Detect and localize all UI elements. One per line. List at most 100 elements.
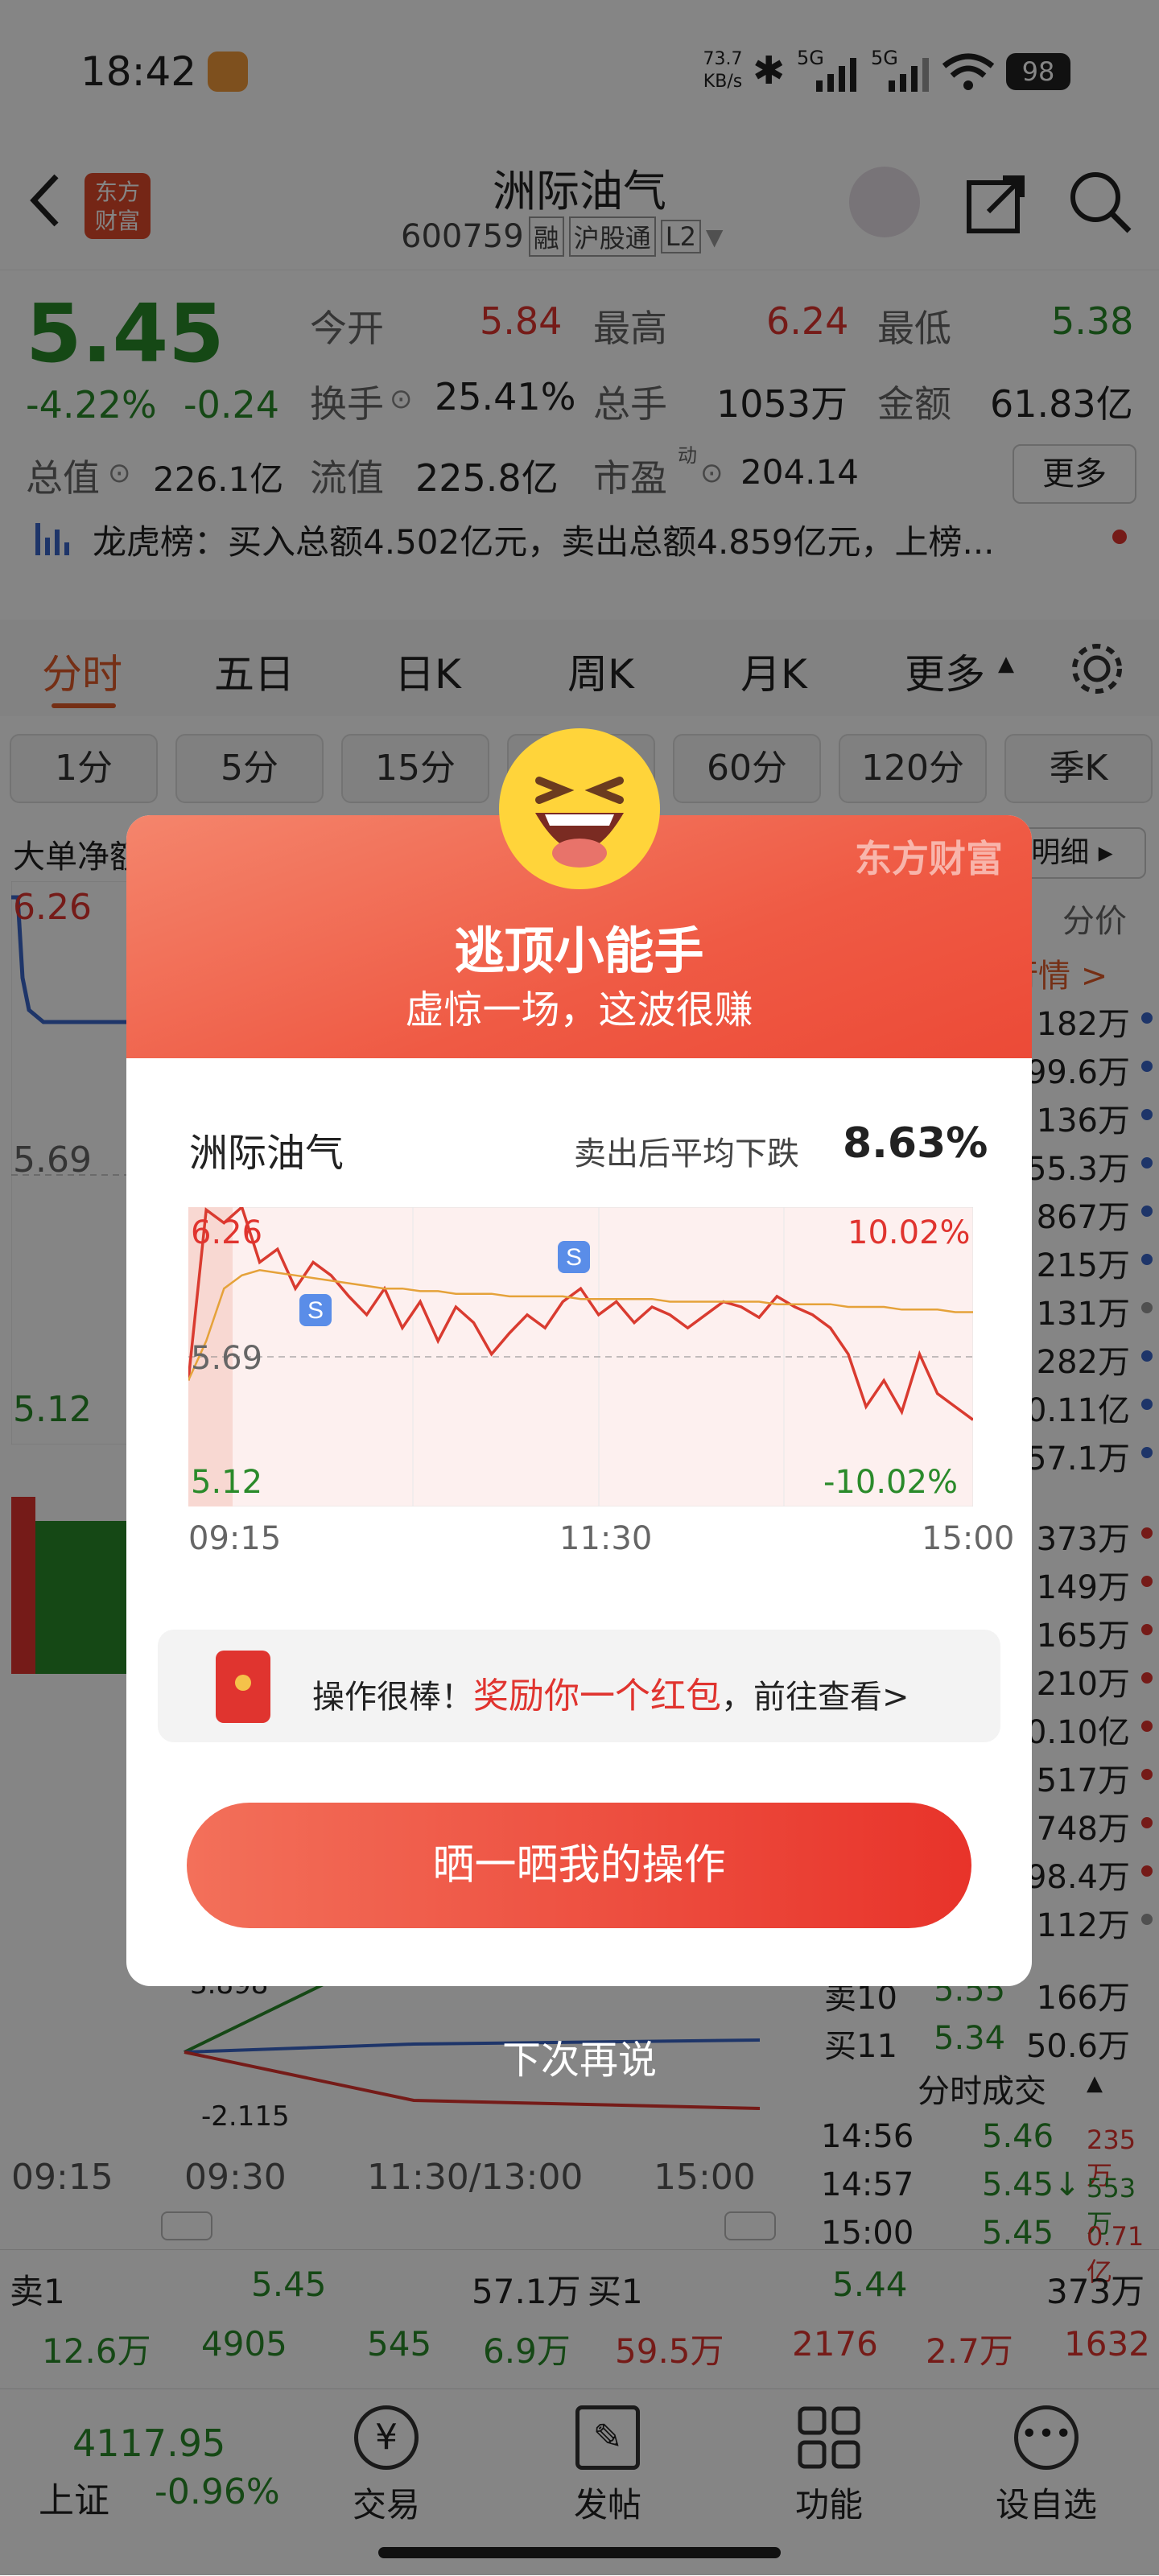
nav-trade[interactable]: ¥ 交易	[306, 2405, 467, 2527]
volume-list-value: 57.1万	[1025, 1440, 1130, 1478]
nav-post-label: 发帖	[573, 2485, 641, 2524]
search-button[interactable]	[1066, 168, 1134, 236]
volume-dot	[1141, 1061, 1153, 1072]
gear-icon	[1072, 644, 1122, 694]
net-speed-unit: KB/s	[703, 72, 743, 92]
share-button[interactable]	[964, 171, 1029, 236]
price-dist-label: 分价	[1062, 903, 1127, 940]
dismiss-link[interactable]: 下次再说	[0, 2028, 1159, 2084]
period-5m[interactable]: 5分	[175, 734, 324, 803]
left-time-3: 15:00	[654, 2157, 756, 2198]
volume-dot	[1141, 1576, 1153, 1587]
share-operation-button[interactable]: 晒一晒我的操作	[187, 1803, 971, 1928]
volume-list-value: 136万	[1036, 1103, 1130, 1140]
nav-functions[interactable]: 功能	[749, 2405, 909, 2527]
sell1-label: 卖1	[10, 2272, 65, 2311]
brand-watermark: 东方财富	[855, 837, 1003, 880]
high-label: 最高	[593, 307, 667, 350]
volume-list-value: 99.6万	[1025, 1054, 1130, 1091]
search-icon	[1070, 172, 1132, 233]
stock-header: 东方财富 洲际油气 600759 融 沪股通 L2 ▼	[0, 149, 1159, 270]
volume-dot	[1141, 1817, 1153, 1828]
net-speed: 73.7 KB/s	[699, 48, 747, 93]
tab-intraday[interactable]: 分时	[42, 642, 122, 700]
pe-label: 市盈	[593, 456, 667, 500]
edit-icon: ✎	[575, 2405, 640, 2470]
period-1m[interactable]: 1分	[10, 734, 158, 803]
caret-up-icon: ▲	[998, 652, 1014, 676]
sell-marker: S	[558, 1241, 590, 1273]
period-quarter-k[interactable]: 季K	[1004, 734, 1153, 803]
volume-list-value: 867万	[1036, 1199, 1130, 1236]
volume-list-value: 166万	[1036, 1980, 1130, 2017]
pe-value: 204.14	[740, 452, 859, 492]
info-icon-2[interactable]: ⊙	[108, 457, 131, 489]
volume-dot	[1141, 1672, 1153, 1684]
reward-banner[interactable]: 操作很棒！奖励你一个红包，前往查看>	[158, 1630, 1000, 1742]
nav-watchlist[interactable]: ••• 设自选	[966, 2405, 1127, 2527]
sell-detail-2: 545	[367, 2324, 432, 2364]
laughing-emoji-icon	[495, 724, 664, 893]
chart-y-bottom: 5.12	[191, 1464, 263, 1501]
quote-panel: 5.45 -4.22% -0.24 今开 5.84 最高 6.24 最低 5.3…	[0, 270, 1159, 608]
tab-more[interactable]: 更多	[905, 642, 985, 700]
index-change: -0.96%	[155, 2471, 280, 2512]
info-icon[interactable]: ⊙	[390, 383, 413, 415]
period-60m[interactable]: 60分	[673, 734, 821, 803]
signal-icon-2	[885, 56, 932, 92]
sell1-price: 5.45	[251, 2265, 327, 2304]
battery-icon: 98	[1006, 53, 1070, 90]
volume-dot	[1141, 1865, 1153, 1877]
metric-label: 卖出后平均下跌	[574, 1136, 799, 1173]
float-value: 225.8亿	[415, 456, 559, 500]
dropdown-triangle-icon[interactable]: ▼	[706, 224, 724, 250]
index-name[interactable]: 上证	[39, 2471, 109, 2523]
home-indicator	[378, 2547, 781, 2558]
turnover-label: 换手	[310, 382, 384, 426]
info-icon-3[interactable]: ⊙	[700, 457, 724, 489]
volume-dot	[1141, 1769, 1153, 1780]
chart-y-mid: 5.69	[191, 1340, 263, 1377]
buy1-label: 买1	[588, 2272, 643, 2311]
left-time-0: 09:15	[11, 2157, 113, 2198]
tab-five-day[interactable]: 五日	[214, 642, 295, 700]
change-pct: -4.22%	[26, 383, 157, 427]
volume-list-value: 0.11亿	[1025, 1392, 1130, 1429]
sell-detail-1: 4905	[201, 2324, 287, 2364]
nav-post[interactable]: ✎ 发帖	[527, 2405, 688, 2527]
badge-l2: L2	[660, 220, 701, 253]
high-value: 6.24	[766, 299, 849, 343]
tick-price: 5.46	[982, 2118, 1054, 2155]
dragon-tiger-text[interactable]: 龙虎榜：买入总额4.502亿元，卖出总额4.859亿元，上榜...	[93, 515, 995, 564]
range-handle-left[interactable]	[161, 2211, 212, 2240]
tab-weekly-k[interactable]: 周K	[567, 642, 634, 700]
volume-dot	[1141, 1721, 1153, 1732]
signal-icon	[813, 56, 860, 92]
tab-daily-k[interactable]: 日K	[394, 642, 461, 700]
volume-dot	[1141, 1527, 1153, 1539]
settings-button[interactable]	[1067, 639, 1127, 699]
mcap-value: 226.1亿	[153, 460, 284, 499]
volume-list-value: 373万	[1036, 1521, 1130, 1558]
index-value[interactable]: 4117.95	[72, 2421, 225, 2465]
period-120m[interactable]: 120分	[839, 734, 987, 803]
volume-dot	[1141, 1399, 1153, 1410]
more-button[interactable]: 更多	[1013, 444, 1136, 504]
chart-x-end: 15:00	[922, 1520, 1015, 1557]
share-icon	[967, 175, 1025, 233]
buy-detail-0: 59.5万	[615, 2331, 724, 2371]
sell-detail-3: 6.9万	[483, 2331, 571, 2371]
volume-dot	[1141, 1012, 1153, 1024]
period-15m[interactable]: 15分	[341, 734, 489, 803]
volume-list-value: 165万	[1036, 1618, 1130, 1655]
reward-suffix: ，前往查看>	[721, 1679, 909, 1716]
more-dots-icon: •••	[1014, 2405, 1079, 2470]
volume-list-value: 210万	[1036, 1666, 1130, 1703]
left-time-1: 09:30	[184, 2157, 287, 2198]
indicator-low-value: -2.115	[201, 2100, 290, 2133]
range-handle-right[interactable]	[724, 2211, 776, 2240]
order-book: 卖1 5.45 57.1万 买1 5.44 373万 12.6万 4905 54…	[0, 2249, 1159, 2387]
tab-monthly-k[interactable]: 月K	[740, 642, 807, 700]
robot-avatar[interactable]	[849, 167, 920, 237]
volume-list-value: 131万	[1036, 1296, 1130, 1333]
